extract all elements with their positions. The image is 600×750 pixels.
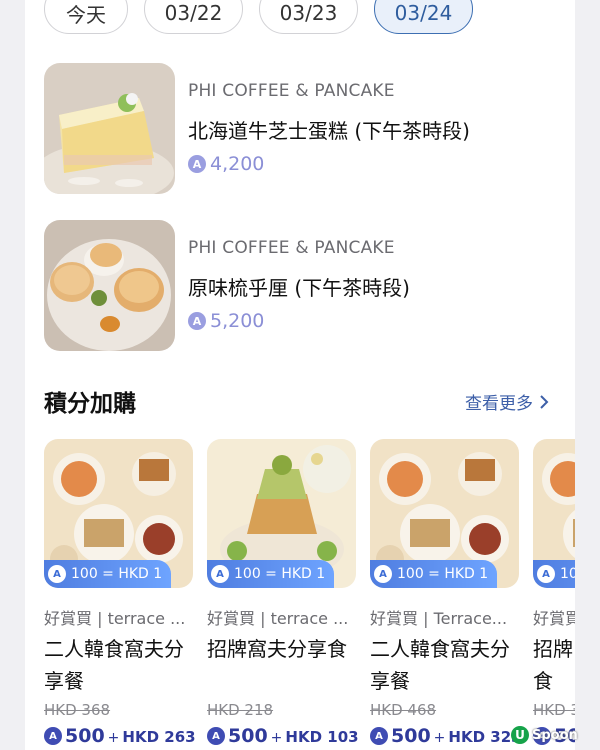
cheesecake-image: [44, 63, 175, 194]
see-more-link[interactable]: 查看更多: [465, 389, 549, 414]
badge-label: 100 = HKD 1: [397, 566, 489, 582]
plus-sign: +: [107, 730, 120, 746]
original-price: HKD 368: [44, 701, 111, 719]
combo-price: A 500 + HKD 263: [44, 725, 196, 747]
store-name: 好賞買 | terrace ...: [207, 609, 349, 628]
redeem-item-card[interactable]: A 100 = HKD 1 好賞買 | terrace ... 招牌窩夫分享食 …: [207, 439, 359, 750]
product-item[interactable]: PHI COFFEE & PANCAKE 北海道牛芝士蛋糕 (下午茶時段) A …: [44, 63, 564, 195]
badge-label: 100 = HKD 1: [71, 566, 163, 582]
watermark-text: Spoon: [532, 727, 578, 743]
product-price: A 4,200: [188, 153, 264, 175]
product-name: 原味梳乎厘 (下午茶時段): [188, 276, 410, 300]
product-price: A 5,200: [188, 310, 264, 332]
combo-price: A 500 + HKD 103: [207, 725, 359, 747]
points-rate-badge: A 100 = HKD 1: [207, 560, 334, 588]
points-icon: A: [211, 565, 229, 583]
uspoon-logo-icon: U: [511, 726, 529, 744]
points-icon: A: [188, 312, 206, 330]
product-name: 北海道牛芝士蛋糕 (下午茶時段): [188, 119, 470, 143]
tab-0322[interactable]: 03/22: [144, 0, 243, 34]
item-name: 招牌窩夫分享食: [207, 637, 347, 661]
tab-0323[interactable]: 03/23: [259, 0, 358, 34]
tab-today[interactable]: 今天: [44, 0, 128, 34]
badge-label: 100 = HKD 1: [234, 566, 326, 582]
store-name: 好賞買 | Terrace...: [370, 609, 508, 628]
item-name: 招牌食: [533, 637, 573, 693]
points-value: 500: [65, 725, 105, 747]
points-icon: A: [48, 565, 66, 583]
date-tabs: 今天 03/22 03/23 03/24: [44, 0, 575, 36]
points-icon: A: [188, 155, 206, 173]
redeem-item-card[interactable]: A 100 = HKD 1 好賞買 | Terrace... 二人韓食窩夫分享餐…: [370, 439, 522, 750]
points-icon: A: [207, 727, 225, 745]
price-value: 4,200: [210, 153, 265, 175]
points-value: 500: [228, 725, 268, 747]
plus-sign: +: [270, 730, 283, 746]
uspoon-watermark: U Spoon: [511, 726, 578, 744]
points-icon: A: [537, 565, 555, 583]
store-name: 好賞買 | terrace ...: [44, 609, 186, 628]
points-value: 500: [391, 725, 431, 747]
content-card: 今天 03/22 03/23 03/24 PHI COFFEE & PANCAK…: [25, 0, 575, 750]
points-icon: A: [370, 727, 388, 745]
chevron-right-icon: [540, 394, 549, 409]
item-name: 二人韓食窩夫分享餐: [370, 637, 510, 693]
cash-value: HKD 263: [122, 728, 196, 746]
original-price: HKD 3: [533, 701, 575, 719]
points-icon: A: [44, 727, 62, 745]
original-price: HKD 218: [207, 701, 274, 719]
original-price: HKD 468: [370, 701, 437, 719]
price-value: 5,200: [210, 310, 265, 332]
points-icon: A: [374, 565, 392, 583]
cash-value: HKD 103: [285, 728, 359, 746]
redeem-item-card[interactable]: A 100 = HKD 1 好賞買 | terrace ... 二人韓食窩夫分享…: [44, 439, 196, 750]
see-more-label: 查看更多: [465, 394, 533, 414]
store-name: 好賞買: [533, 609, 575, 628]
tab-0324[interactable]: 03/24: [374, 0, 473, 34]
section-title: 積分加購: [44, 391, 136, 417]
points-rate-badge: A 100 = HKD 1: [44, 560, 171, 588]
points-rate-badge: A 10: [533, 560, 575, 588]
plus-sign: +: [433, 730, 446, 746]
badge-label: 10: [560, 566, 575, 582]
points-rate-badge: A 100 = HKD 1: [370, 560, 497, 588]
store-name: PHI COFFEE & PANCAKE: [188, 238, 395, 258]
combo-price: A 500 + HKD 323: [370, 725, 522, 747]
product-item[interactable]: PHI COFFEE & PANCAKE 原味梳乎厘 (下午茶時段) A 5,2…: [44, 220, 564, 352]
redeem-item-card[interactable]: A 10 好賞買 招牌食 HKD 3 A 500: [533, 439, 575, 750]
item-name: 二人韓食窩夫分享餐: [44, 637, 184, 693]
souffle-pancake-image: [44, 220, 175, 351]
store-name: PHI COFFEE & PANCAKE: [188, 81, 395, 101]
